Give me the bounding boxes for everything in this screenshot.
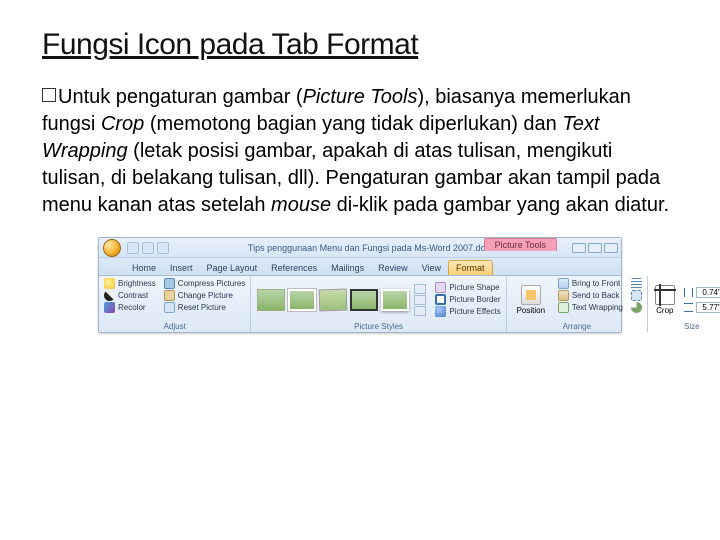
ribbon-tabs: Home Insert Page Layout References Maili… <box>99 258 621 276</box>
bullet-checkbox <box>42 88 56 102</box>
position-button[interactable]: Position <box>511 278 551 321</box>
change-picture-icon <box>164 290 175 301</box>
contrast-icon <box>104 290 115 301</box>
group-label-picture-styles: Picture Styles <box>255 321 501 332</box>
lead-word: Untuk <box>58 86 110 108</box>
style-thumb[interactable] <box>381 289 409 311</box>
send-back-icon <box>558 290 569 301</box>
group-size: Crop 0.74" 5.77" Size <box>648 276 720 332</box>
height-input-row: 0.74" <box>684 287 720 298</box>
width-input[interactable]: 5.77" <box>696 302 720 313</box>
group-icon <box>631 290 642 301</box>
text-wrapping-label: Text Wrapping <box>572 303 623 312</box>
picture-border-icon <box>435 294 446 305</box>
tab-format[interactable]: Format <box>448 260 493 275</box>
group-label-arrange: Arrange <box>511 321 643 332</box>
text-frag: pengaturan gambar ( <box>110 86 302 108</box>
picture-shape-icon <box>435 282 446 293</box>
recolor-label: Recolor <box>118 303 146 312</box>
brightness-button[interactable]: Brightness <box>103 278 157 289</box>
window-controls[interactable] <box>572 243 618 253</box>
picture-shape-label: Picture Shape <box>449 283 499 292</box>
picture-effects-icon <box>435 306 446 317</box>
picture-effects-button[interactable]: Picture Effects <box>434 306 501 317</box>
picture-effects-label: Picture Effects <box>449 307 500 316</box>
position-label: Position <box>517 306 545 315</box>
crop-term: Crop <box>101 113 144 135</box>
recolor-icon <box>104 302 115 313</box>
position-icon <box>521 285 541 305</box>
tab-mailings[interactable]: Mailings <box>324 261 371 275</box>
titlebar: Tips penggunaan Menu dan Fungsi pada Ms-… <box>99 238 621 258</box>
tab-home[interactable]: Home <box>125 261 163 275</box>
style-thumb[interactable] <box>319 288 348 311</box>
align-button[interactable] <box>630 278 643 289</box>
tab-insert[interactable]: Insert <box>163 261 200 275</box>
send-back-label: Send to Back <box>572 291 620 300</box>
align-icon <box>631 278 642 289</box>
group-picture-styles: Picture Shape Picture Border Picture Eff… <box>251 276 506 332</box>
rotate-button[interactable] <box>630 302 643 313</box>
context-tab-picture-tools: Picture Tools <box>484 238 557 251</box>
reset-icon <box>164 302 175 313</box>
style-thumb[interactable] <box>257 289 285 311</box>
picture-shape-button[interactable]: Picture Shape <box>434 282 501 293</box>
style-thumb[interactable] <box>350 289 378 311</box>
send-to-back-button[interactable]: Send to Back <box>557 290 624 301</box>
group-button[interactable] <box>630 290 643 301</box>
brightness-icon <box>104 278 115 289</box>
tab-page-layout[interactable]: Page Layout <box>200 261 265 275</box>
tab-view[interactable]: View <box>415 261 448 275</box>
reset-label: Reset Picture <box>178 303 226 312</box>
crop-label: Crop <box>656 306 673 315</box>
group-adjust: Brightness Contrast Recolor Compress Pic… <box>99 276 251 332</box>
bring-to-front-button[interactable]: Bring to Front <box>557 278 624 289</box>
style-thumb[interactable] <box>288 289 316 311</box>
text-frag: (memotong bagian yang tidak diperlukan) … <box>144 113 562 135</box>
rotate-icon <box>631 302 642 313</box>
mouse-term: mouse <box>271 194 331 216</box>
bring-front-icon <box>558 278 569 289</box>
picture-tools-term: Picture Tools <box>303 86 418 108</box>
change-picture-button[interactable]: Change Picture <box>163 290 247 301</box>
text-wrapping-icon <box>558 302 569 313</box>
tab-review[interactable]: Review <box>371 261 415 275</box>
crop-icon <box>655 285 675 305</box>
slide-title: Fungsi Icon pada Tab Format <box>42 28 678 62</box>
width-icon <box>684 303 693 312</box>
compress-label: Compress Pictures <box>178 279 246 288</box>
bring-front-label: Bring to Front <box>572 279 620 288</box>
reset-picture-button[interactable]: Reset Picture <box>163 302 247 313</box>
contrast-button[interactable]: Contrast <box>103 290 157 301</box>
text-wrapping-button[interactable]: Text Wrapping <box>557 302 624 313</box>
group-arrange: Position Bring to Front Send to Back Tex… <box>507 276 648 332</box>
ribbon-body: Brightness Contrast Recolor Compress Pic… <box>99 276 621 332</box>
quick-access-toolbar[interactable] <box>127 242 169 254</box>
compress-icon <box>164 278 175 289</box>
office-button[interactable] <box>103 239 121 257</box>
height-input[interactable]: 0.74" <box>696 287 720 298</box>
word-ribbon: Tips penggunaan Menu dan Fungsi pada Ms-… <box>98 237 622 333</box>
text-frag: di-klik pada gambar yang akan diatur. <box>331 194 669 216</box>
picture-border-button[interactable]: Picture Border <box>434 294 501 305</box>
group-label-adjust: Adjust <box>103 321 246 332</box>
picture-border-label: Picture Border <box>449 295 500 304</box>
tab-references[interactable]: References <box>264 261 324 275</box>
picture-styles-gallery[interactable] <box>255 280 428 320</box>
contrast-label: Contrast <box>118 291 148 300</box>
width-input-row: 5.77" <box>684 302 720 313</box>
group-label-size: Size <box>652 321 720 332</box>
brightness-label: Brightness <box>118 279 156 288</box>
compress-pictures-button[interactable]: Compress Pictures <box>163 278 247 289</box>
gallery-scroll[interactable] <box>414 284 426 316</box>
crop-button[interactable]: Crop <box>652 278 678 321</box>
height-icon <box>684 288 693 297</box>
body-paragraph: Untuk pengaturan gambar (Picture Tools),… <box>42 84 678 219</box>
recolor-button[interactable]: Recolor <box>103 302 157 313</box>
change-label: Change Picture <box>178 291 233 300</box>
